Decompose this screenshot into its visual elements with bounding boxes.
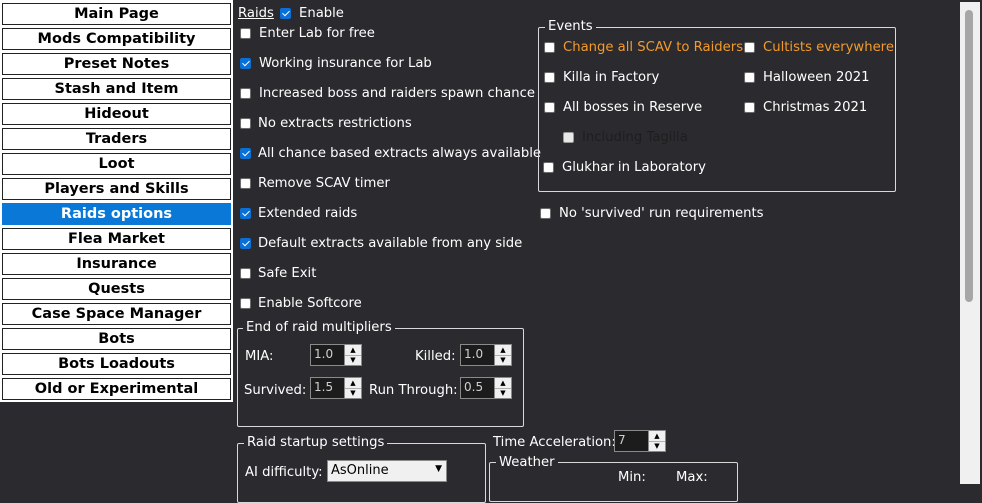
nav-case-space-manager[interactable]: Case Space Manager (2, 303, 231, 325)
nav-bots-loadouts[interactable]: Bots Loadouts (2, 353, 231, 375)
raid-startup-title: Raid startup settings (244, 435, 388, 450)
change-scav-raiders-checkbox[interactable] (544, 42, 555, 53)
survived-spinner-arrows[interactable]: ▲ ▼ (344, 378, 361, 398)
survived-spinner[interactable]: 1.5 ▲ ▼ (310, 377, 362, 399)
no-extracts-restrictions-label: No extracts restrictions (258, 116, 412, 131)
sidebar: Main Page Mods Compatibility Preset Note… (0, 0, 233, 484)
christmas-2021-label: Christmas 2021 (763, 100, 868, 115)
ai-difficulty-value: AsOnline (331, 463, 389, 478)
killa-factory-label: Killa in Factory (563, 70, 660, 85)
killed-spinner[interactable]: 1.0 ▲ ▼ (460, 344, 512, 366)
glukhar-laboratory-checkbox[interactable] (543, 162, 554, 173)
survived-value: 1.5 (314, 380, 334, 394)
ai-difficulty-select[interactable]: AsOnline ▼ (327, 460, 447, 482)
time-acceleration-spinner[interactable]: 7 ▲ ▼ (614, 430, 666, 452)
mia-value: 1.0 (314, 347, 334, 361)
scrollbar-thumb[interactable] (965, 10, 973, 302)
remove-scav-timer-label: Remove SCAV timer (258, 176, 390, 191)
working-insurance-lab-checkbox[interactable] (240, 58, 251, 69)
halloween-2021-checkbox[interactable] (744, 72, 755, 83)
including-tagilla-checkbox[interactable] (563, 132, 574, 143)
nav-old-or-experimental[interactable]: Old or Experimental (2, 378, 231, 400)
spin-down-icon[interactable]: ▼ (649, 441, 665, 451)
default-extracts-any-side-checkbox[interactable] (240, 238, 251, 249)
mia-label: MIA: (245, 349, 274, 364)
extended-raids-label: Extended raids (258, 206, 358, 221)
enable-softcore-checkbox[interactable] (240, 298, 251, 309)
cultists-everywhere-checkbox[interactable] (744, 42, 755, 53)
nav-quests[interactable]: Quests (2, 278, 231, 300)
nav-mods-compatibility[interactable]: Mods Compatibility (2, 28, 231, 50)
events-title: Events (545, 19, 596, 34)
nav-preset-notes[interactable]: Preset Notes (2, 53, 231, 75)
killa-factory-checkbox[interactable] (544, 72, 555, 83)
run-through-value: 0.5 (464, 380, 484, 394)
all-bosses-reserve-label: All bosses in Reserve (563, 100, 703, 115)
christmas-2021-checkbox[interactable] (744, 102, 755, 113)
nav-players-and-skills[interactable]: Players and Skills (2, 178, 231, 200)
raids-enable-label: Enable (299, 6, 344, 21)
nav-stash-and-item[interactable]: Stash and Item (2, 78, 231, 100)
nav-loot[interactable]: Loot (2, 153, 231, 175)
mia-spinner-arrows[interactable]: ▲ ▼ (344, 345, 361, 365)
weather-title: Weather (496, 455, 558, 470)
cultists-everywhere-label: Cultists everywhere (763, 40, 894, 55)
run-through-label: Run Through: (369, 383, 458, 398)
all-chance-extracts-checkbox[interactable] (240, 148, 251, 159)
time-acceleration-arrows[interactable]: ▲ ▼ (648, 431, 665, 451)
including-tagilla-label: Including Tagilla (582, 130, 688, 145)
spin-down-icon[interactable]: ▼ (345, 355, 361, 365)
default-extracts-any-side-label: Default extracts available from any side (258, 236, 523, 251)
no-extracts-restrictions-checkbox[interactable] (240, 118, 251, 129)
enter-lab-free-checkbox[interactable] (240, 28, 251, 39)
nav-bots[interactable]: Bots (2, 328, 231, 350)
multipliers-title: End of raid multipliers (243, 320, 395, 335)
raids-enable-checkbox[interactable] (280, 8, 291, 19)
remove-scav-timer-checkbox[interactable] (240, 178, 251, 189)
ai-difficulty-label: AI difficulty: (245, 465, 323, 480)
no-survived-requirements-checkbox[interactable] (540, 208, 551, 219)
nav-flea-market[interactable]: Flea Market (2, 228, 231, 250)
increased-boss-spawn-label: Increased boss and raiders spawn chance (259, 86, 535, 101)
spin-down-icon[interactable]: ▼ (345, 388, 361, 398)
killed-label: Killed: (415, 349, 456, 364)
halloween-2021-label: Halloween 2021 (763, 70, 870, 85)
chevron-down-icon[interactable]: ▼ (435, 464, 442, 474)
nav-traders[interactable]: Traders (2, 128, 231, 150)
nav-hideout[interactable]: Hideout (2, 103, 231, 125)
survived-label: Survived: (244, 383, 307, 398)
weather-max-label: Max: (676, 470, 708, 485)
glukhar-laboratory-label: Glukhar in Laboratory (562, 160, 706, 175)
all-chance-extracts-label: All chance based extracts always availab… (258, 146, 541, 161)
nav-raids-options[interactable]: Raids options (2, 203, 231, 225)
killed-spinner-arrows[interactable]: ▲ ▼ (494, 345, 511, 365)
no-survived-requirements-label: No 'survived' run requirements (559, 206, 764, 221)
change-scav-raiders-label: Change all SCAV to Raiders (563, 40, 744, 55)
nav-main-page[interactable]: Main Page (2, 3, 231, 25)
mia-spinner[interactable]: 1.0 ▲ ▼ (310, 344, 362, 366)
killed-value: 1.0 (464, 347, 484, 361)
working-insurance-lab-label: Working insurance for Lab (259, 56, 432, 71)
enable-softcore-label: Enable Softcore (258, 296, 362, 311)
run-through-spinner-arrows[interactable]: ▲ ▼ (494, 378, 511, 398)
spin-down-icon[interactable]: ▼ (495, 388, 511, 398)
safe-exit-checkbox[interactable] (240, 268, 251, 279)
time-acceleration-value: 7 (618, 433, 626, 447)
extended-raids-checkbox[interactable] (240, 208, 251, 219)
increased-boss-spawn-checkbox[interactable] (240, 88, 251, 99)
nav-insurance[interactable]: Insurance (2, 253, 231, 275)
all-bosses-reserve-checkbox[interactable] (544, 102, 555, 113)
weather-min-label: Min: (618, 470, 646, 485)
raids-title: Raids (238, 6, 274, 21)
time-acceleration-label: Time Acceleration: (493, 435, 616, 450)
spin-down-icon[interactable]: ▼ (495, 355, 511, 365)
safe-exit-label: Safe Exit (258, 266, 317, 281)
enter-lab-free-label: Enter Lab for free (259, 26, 375, 41)
run-through-spinner[interactable]: 0.5 ▲ ▼ (460, 377, 512, 399)
